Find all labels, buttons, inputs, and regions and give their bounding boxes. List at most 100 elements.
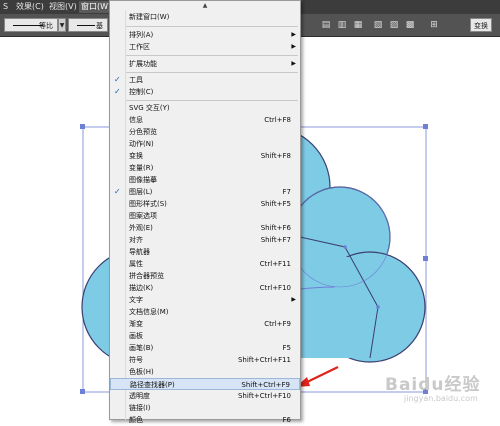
menu-item-symbols[interactable]: 符号 Shift+Ctrl+F11 (110, 354, 300, 366)
stroke-profile-dropdown[interactable]: 等比 (4, 18, 58, 32)
menu-item-variables[interactable]: 变量(R) (110, 162, 300, 174)
menu-item-swatches[interactable]: 色板(H) (110, 366, 300, 378)
menu-item-label: 扩展功能 (129, 60, 157, 68)
menu-item-shortcut: Shift+F8 (260, 152, 291, 160)
menu-item-image-trace[interactable]: 图像描摹 (110, 174, 300, 186)
window-menu: ▲ 新建窗口(W) 排列(A) ▶ 工作区 ▶ 扩展功能 ▶ ✓ 工具 ✓ 控制… (109, 0, 301, 424)
menu-item-label: 分色预览 (129, 128, 157, 136)
menu-item-label: 文档信息(M) (129, 308, 169, 316)
layout-icon[interactable]: ⊞ (428, 19, 440, 31)
menu-item-flattener-preview[interactable]: 拼合器预览 (110, 270, 300, 282)
menu-item-label: 工作区 (129, 43, 150, 51)
brush-definition-dropdown[interactable]: 基 (68, 18, 108, 32)
menu-item-label: 符号 (129, 356, 143, 364)
stroke-profile-arrow-icon[interactable]: ▼ (58, 18, 66, 32)
menu-item-layers[interactable]: ✓ 图层(L) F7 (110, 186, 300, 198)
menu-item-actions[interactable]: 动作(N) (110, 138, 300, 150)
menu-item-svg-interactivity[interactable]: SVG 交互(Y) (110, 102, 300, 114)
menu-item-tools[interactable]: ✓ 工具 (110, 74, 300, 86)
menu-item-color[interactable]: 颜色 F6 (110, 414, 300, 426)
menu-item-type[interactable]: 文字 ▶ (110, 294, 300, 306)
align-center-icon[interactable]: ▥ (336, 19, 348, 31)
menu-item-document-info[interactable]: 文档信息(M) (110, 306, 300, 318)
menu-item-links[interactable]: 链接(I) (110, 402, 300, 414)
menu-item-label: 画板 (129, 332, 143, 340)
brush-definition-label: 基 (96, 22, 103, 30)
menu-item-label: 渐变 (129, 320, 143, 328)
baidu-watermark: Baidu经验 (385, 375, 481, 395)
menu-item-label: 控制(C) (129, 88, 154, 96)
align-right-icon[interactable]: ▦ (352, 19, 364, 31)
menu-item-transparency[interactable]: 透明度 Shift+Ctrl+F10 (110, 390, 300, 402)
distribute-top-icon[interactable]: ▧ (372, 19, 384, 31)
checkmark-icon: ✓ (114, 75, 121, 84)
handle-middle-right (423, 256, 428, 261)
menu-item-label: 图形样式(S) (129, 200, 167, 208)
submenu-arrow-icon: ▶ (291, 60, 296, 67)
menu-item-label: 外观(E) (129, 224, 153, 232)
menu-item-label: 变量(R) (129, 164, 154, 172)
menu-item-transform[interactable]: 变换 Shift+F8 (110, 150, 300, 162)
menu-item-pattern-options[interactable]: 图案选项 (110, 210, 300, 222)
scroll-up-arrow-icon[interactable]: ▲ (110, 1, 300, 10)
menu-item-shortcut: Shift+F6 (260, 224, 291, 232)
menu-item-shortcut: Shift+F5 (260, 200, 291, 208)
brush-line-preview (77, 25, 95, 26)
menubar-item-view[interactable]: 视图(V) (47, 1, 79, 13)
menu-item-artboards[interactable]: 画板 (110, 330, 300, 342)
handle-bottom-left (80, 389, 85, 394)
menu-item-shortcut: Shift+Ctrl+F10 (237, 392, 291, 400)
menu-item-label: SVG 交互(Y) (129, 104, 170, 112)
menubar-item-effect[interactable]: 效果(C) (14, 1, 46, 13)
menu-item-label: 工具 (129, 76, 143, 84)
menu-item-label: 颜色 (129, 416, 143, 424)
menu-item-separations-preview[interactable]: 分色预览 (110, 126, 300, 138)
menu-item-pathfinder[interactable]: 路径查找器(P) Shift+Ctrl+F9 (110, 378, 300, 390)
menu-item-new-window[interactable]: 新建窗口(W) (110, 11, 300, 23)
menu-item-gradient[interactable]: 渐变 Ctrl+F9 (110, 318, 300, 330)
menu-separator (126, 55, 298, 56)
menu-item-stroke[interactable]: 描边(K) Ctrl+F10 (110, 282, 300, 294)
distribute-bottom-icon[interactable]: ▩ (404, 19, 416, 31)
red-arrow-icon (296, 366, 339, 387)
menu-item-shortcut: F6 (282, 416, 291, 424)
menu-item-shortcut: Ctrl+F11 (259, 260, 291, 268)
menu-item-label: 透明度 (129, 392, 150, 400)
menu-item-label: 图像描摹 (129, 176, 157, 184)
menu-item-appearance[interactable]: 外观(E) Shift+F6 (110, 222, 300, 234)
menu-item-label: 画笔(B) (129, 344, 154, 352)
align-left-icon[interactable]: ▤ (320, 19, 332, 31)
menu-item-graphic-styles[interactable]: 图形样式(S) Shift+F5 (110, 198, 300, 210)
menu-item-label: 动作(N) (129, 140, 154, 148)
menu-item-shortcut: Ctrl+F10 (259, 284, 291, 292)
menu-item-brushes[interactable]: 画笔(B) F5 (110, 342, 300, 354)
transform-button[interactable]: 变换 (470, 18, 492, 32)
menu-separator (126, 72, 298, 73)
menu-item-shortcut: F5 (282, 344, 291, 352)
menu-item-attributes[interactable]: 属性 Ctrl+F11 (110, 258, 300, 270)
menu-item-control[interactable]: ✓ 控制(C) (110, 86, 300, 98)
menu-item-navigator[interactable]: 导航器 (110, 246, 300, 258)
menu-item-workspace[interactable]: 工作区 ▶ (110, 41, 300, 53)
menu-item-info[interactable]: 信息 Ctrl+F8 (110, 114, 300, 126)
menu-item-label: 新建窗口(W) (129, 13, 170, 21)
menu-item-label: 信息 (129, 116, 143, 124)
menu-item-label: 链接(I) (129, 404, 151, 412)
menu-item-label: 导航器 (129, 248, 150, 256)
menu-separator (126, 26, 298, 27)
menubar-item-s[interactable]: S (1, 1, 10, 13)
menu-item-label: 变换 (129, 152, 143, 160)
menu-item-arrange[interactable]: 排列(A) ▶ (110, 29, 300, 41)
menu-item-extensions[interactable]: 扩展功能 ▶ (110, 58, 300, 70)
menu-item-shortcut: F7 (282, 188, 291, 196)
distribute-center-icon[interactable]: ▨ (388, 19, 400, 31)
submenu-arrow-icon: ▶ (291, 31, 296, 38)
menu-item-align[interactable]: 对齐 Shift+F7 (110, 234, 300, 246)
handle-top-left (80, 124, 85, 129)
menu-item-label: 色板(H) (129, 368, 154, 376)
menu-item-label: 拼合器预览 (129, 272, 164, 280)
menu-item-shortcut: Shift+Ctrl+F11 (237, 356, 291, 364)
menu-item-label: 排列(A) (129, 31, 154, 39)
stroke-profile-label: 等比 (39, 22, 53, 30)
handle-top-right (423, 124, 428, 129)
